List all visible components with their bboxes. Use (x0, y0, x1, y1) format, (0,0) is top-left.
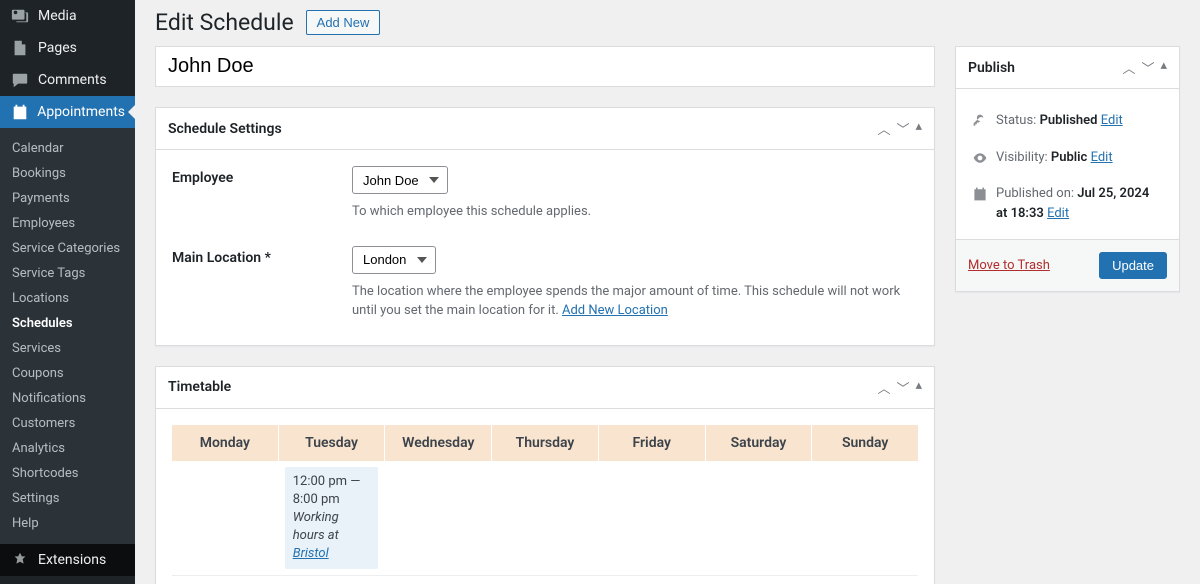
sidebar-sub-coupons[interactable]: Coupons (0, 361, 135, 386)
sidebar-sub-customers[interactable]: Customers (0, 411, 135, 436)
calendar-icon (10, 103, 29, 121)
sidebar-item-appearance[interactable]: Appearance (0, 576, 135, 584)
publish-box: Publish ︿ ﹀ ▴ Status: Published Edit (955, 46, 1180, 292)
move-up-icon[interactable]: ︿ (1122, 58, 1135, 77)
publish-heading: Publish (968, 60, 1015, 76)
entry-time: 12:00 pm — 8:00 pm (293, 473, 371, 509)
toggle-icon[interactable]: ▴ (915, 119, 922, 138)
sidebar-sub-shortcodes[interactable]: Shortcodes (0, 461, 135, 486)
sidebar-label: Comments (38, 72, 107, 88)
schedule-settings-heading: Schedule Settings (168, 121, 282, 137)
move-to-trash-link[interactable]: Move to Trash (968, 258, 1050, 273)
day-header-tuesday: Tuesday (279, 425, 385, 461)
sidebar-sub-services[interactable]: Services (0, 336, 135, 361)
sidebar-item-appointments[interactable]: Appointments (0, 96, 135, 128)
sidebar-sub-notifications[interactable]: Notifications (0, 386, 135, 411)
add-new-location-link[interactable]: Add New Location (562, 303, 668, 318)
day-header-monday: Monday (172, 425, 278, 461)
extensions-icon (10, 551, 30, 569)
sidebar-sub-help[interactable]: Help (0, 511, 135, 536)
comment-icon (10, 71, 30, 89)
sidebar-sub-employees[interactable]: Employees (0, 211, 135, 236)
move-down-icon[interactable]: ﹀ (896, 119, 909, 138)
entry-location-link[interactable]: Bristol (293, 546, 329, 561)
day-header-saturday: Saturday (706, 425, 812, 461)
sidebar-submenu: Calendar Bookings Payments Employees Ser… (0, 128, 135, 544)
sidebar-label: Media (38, 8, 77, 24)
main-content: Edit Schedule Add New Schedule Settings … (135, 0, 1200, 584)
timetable-heading: Timetable (168, 379, 231, 395)
sidebar-item-comments[interactable]: Comments (0, 64, 135, 96)
move-down-icon[interactable]: ﹀ (896, 378, 909, 397)
main-location-description: The location where the employee spends t… (352, 282, 918, 321)
sidebar-sub-analytics[interactable]: Analytics (0, 436, 135, 461)
sidebar-sub-locations[interactable]: Locations (0, 286, 135, 311)
page-title: Edit Schedule (155, 9, 294, 36)
move-up-icon[interactable]: ︿ (877, 378, 890, 397)
sidebar-item-extensions[interactable]: Extensions (0, 544, 135, 576)
sidebar-sub-bookings[interactable]: Bookings (0, 161, 135, 186)
sidebar-label: Extensions (38, 552, 106, 568)
page-icon (10, 39, 30, 57)
toggle-icon[interactable]: ▴ (1160, 58, 1167, 77)
sidebar-label: Appointments (37, 104, 125, 120)
timetable-entry[interactable]: 12:00 pm — 8:00 pm Working hours at Bris… (285, 467, 379, 570)
add-new-button[interactable]: Add New (306, 10, 381, 35)
sidebar-item-pages[interactable]: Pages (0, 32, 135, 64)
schedule-name-input[interactable] (155, 46, 935, 87)
calendar-icon (972, 186, 988, 209)
key-icon (972, 113, 988, 136)
sidebar-sub-calendar[interactable]: Calendar (0, 136, 135, 161)
edit-status-link[interactable]: Edit (1101, 113, 1123, 128)
sidebar-sub-service-tags[interactable]: Service Tags (0, 261, 135, 286)
media-icon (10, 7, 30, 25)
employee-label: Employee (172, 166, 352, 222)
sidebar-item-media[interactable]: Media (0, 0, 135, 32)
sidebar-sub-schedules[interactable]: Schedules (0, 311, 135, 336)
edit-date-link[interactable]: Edit (1047, 206, 1069, 221)
eye-icon (972, 150, 988, 173)
main-location-label: Main Location * (172, 246, 352, 321)
admin-sidebar: Media Pages Comments Appointments Calend… (0, 0, 135, 584)
schedule-settings-box: Schedule Settings ︿ ﹀ ▴ Employee (155, 107, 935, 346)
sidebar-label: Pages (38, 40, 77, 56)
sidebar-sub-payments[interactable]: Payments (0, 186, 135, 211)
move-down-icon[interactable]: ﹀ (1141, 58, 1154, 77)
day-header-thursday: Thursday (492, 425, 598, 461)
sidebar-sub-settings[interactable]: Settings (0, 486, 135, 511)
toggle-icon[interactable]: ▴ (915, 378, 922, 397)
main-location-select[interactable]: London (352, 246, 436, 274)
employee-description: To which employee this schedule applies. (352, 202, 918, 222)
day-header-wednesday: Wednesday (385, 425, 491, 461)
timetable-box: Timetable ︿ ﹀ ▴ Monday Tuesday (155, 366, 935, 584)
day-header-sunday: Sunday (812, 425, 918, 461)
employee-select[interactable]: John Doe (352, 166, 448, 194)
timetable-grid: Monday Tuesday 12:00 pm — 8:00 pm Workin… (172, 425, 918, 577)
move-up-icon[interactable]: ︿ (877, 119, 890, 138)
update-button[interactable]: Update (1099, 252, 1167, 279)
edit-visibility-link[interactable]: Edit (1091, 150, 1113, 165)
day-header-friday: Friday (599, 425, 705, 461)
sidebar-sub-service-categories[interactable]: Service Categories (0, 236, 135, 261)
